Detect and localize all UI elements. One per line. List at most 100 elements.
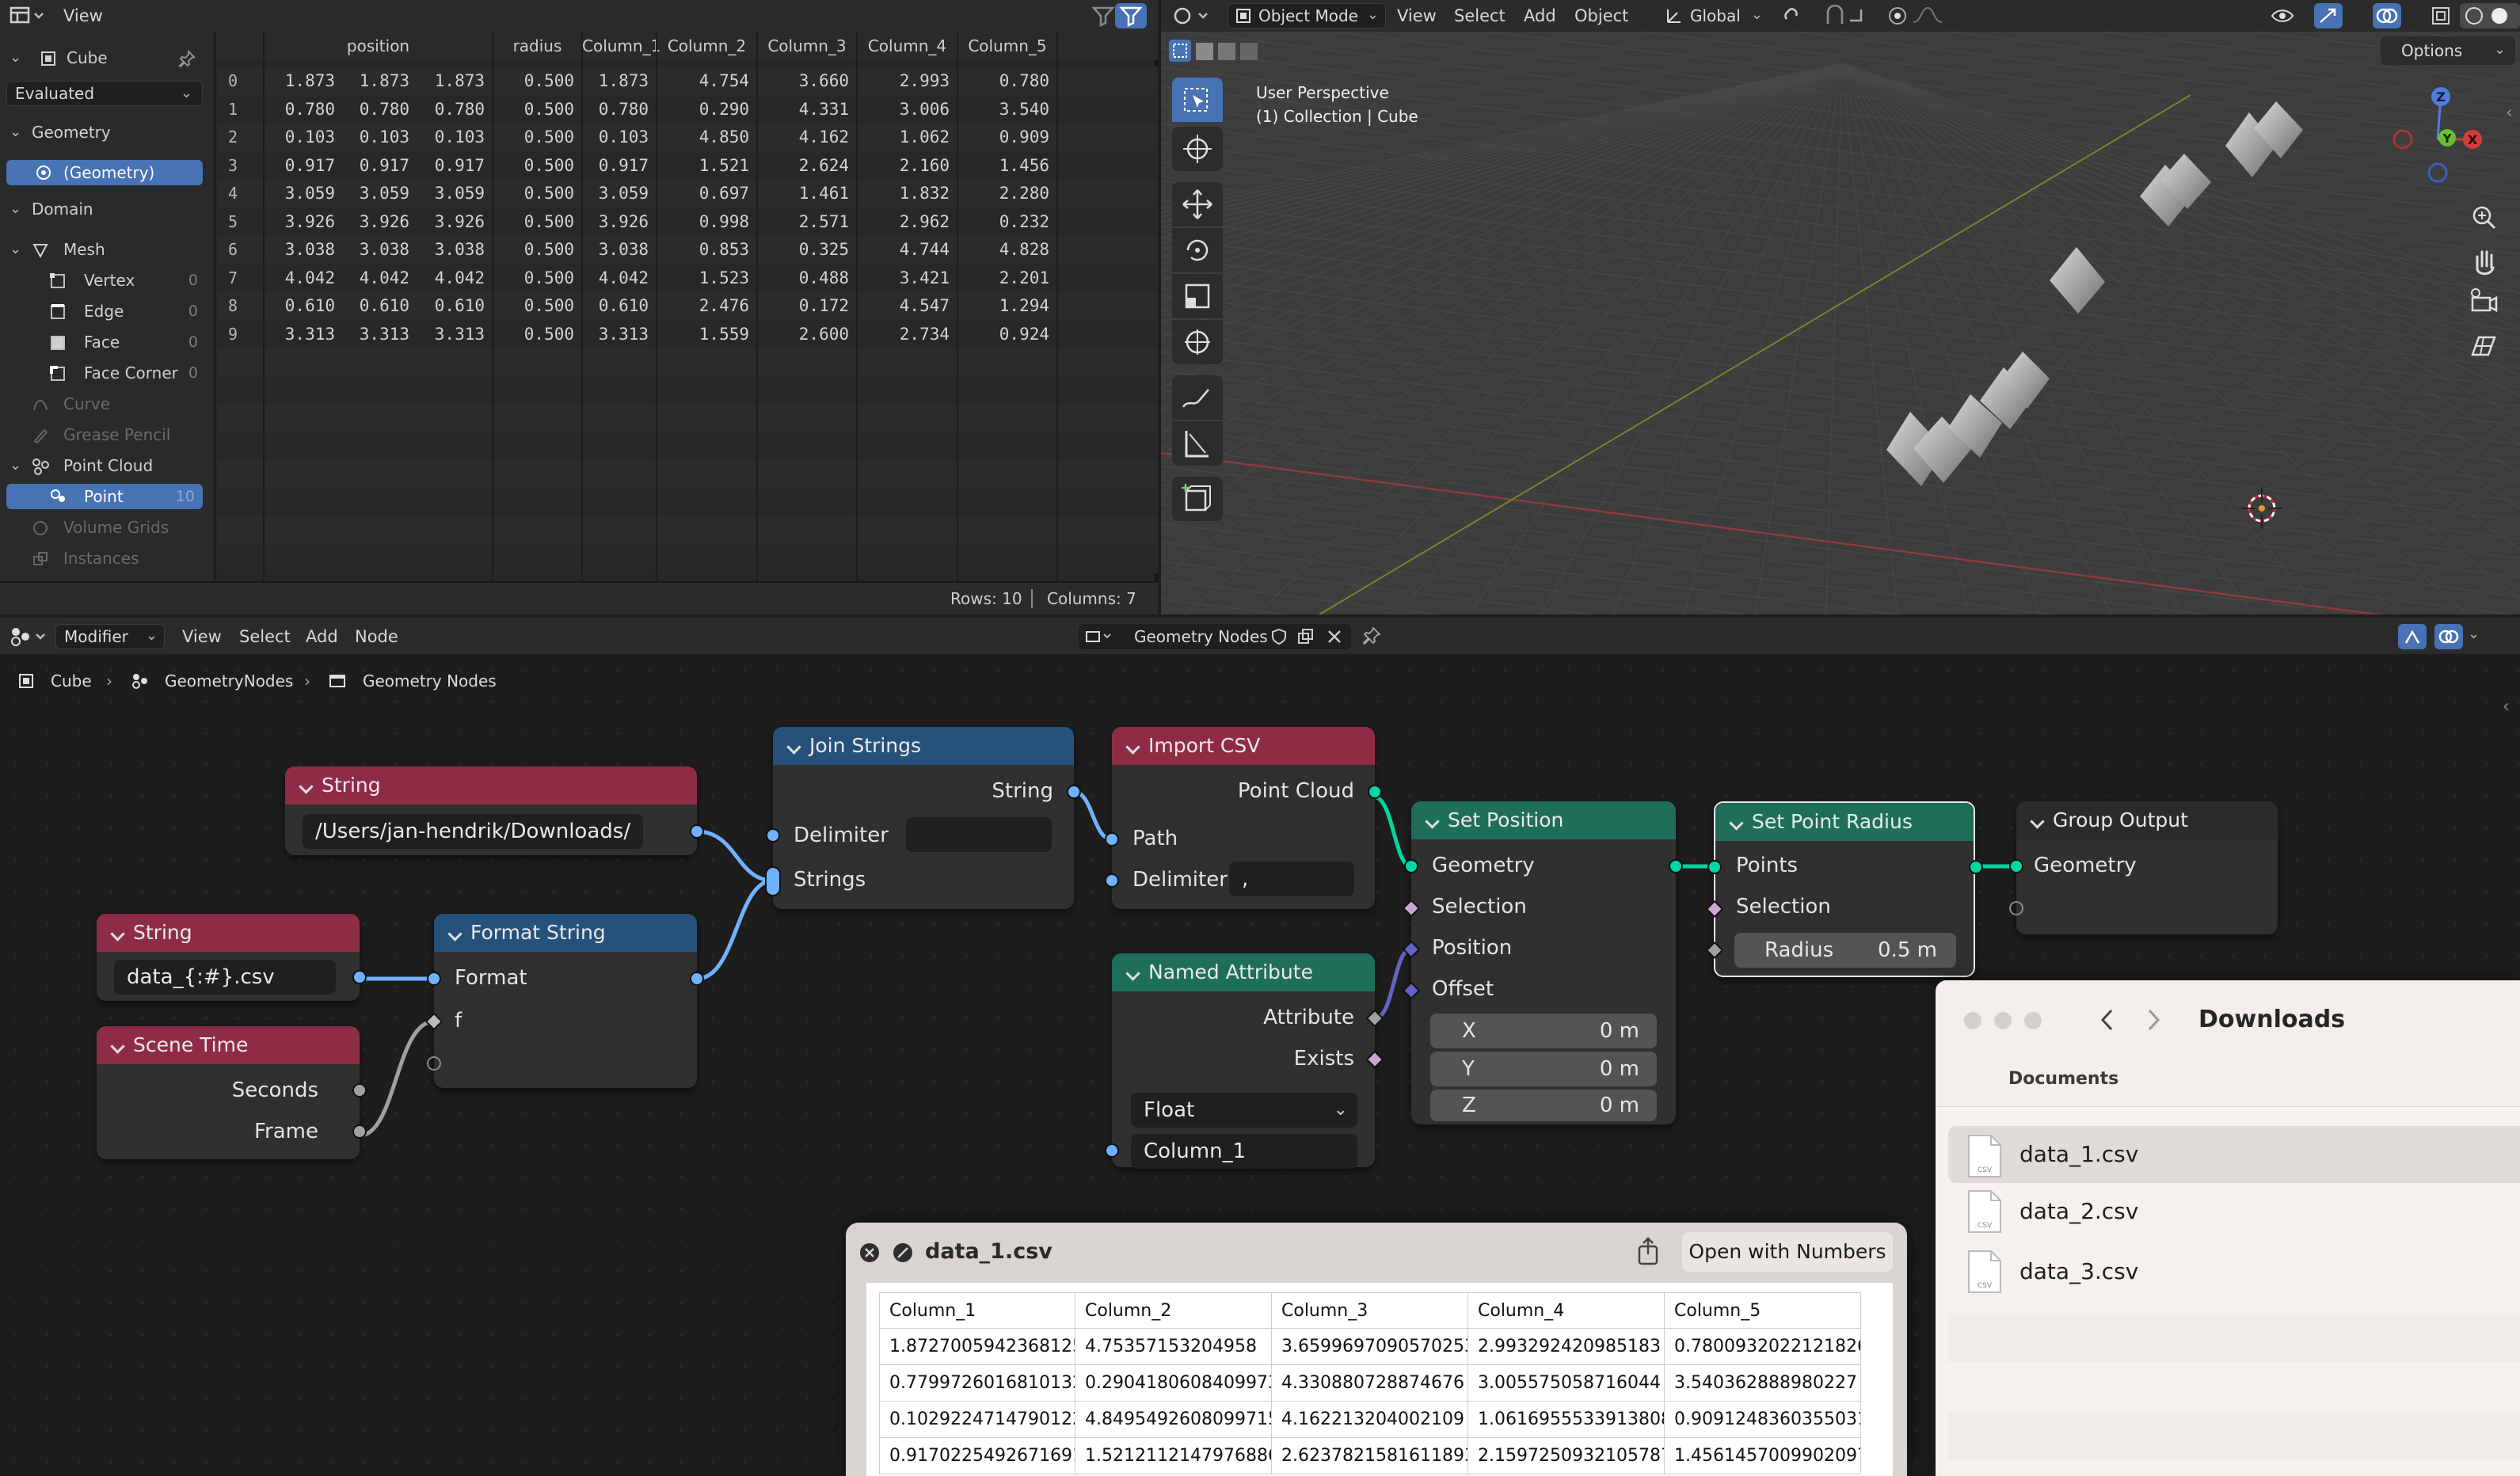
- zoom-window-button[interactable]: [2024, 1012, 2042, 1029]
- add-cube-tool[interactable]: [1172, 477, 1223, 521]
- grease-pencil-row[interactable]: Grease Pencil: [0, 420, 215, 450]
- viewport-object-menu[interactable]: Object: [1574, 0, 1628, 32]
- point-item-selected[interactable]: Point 10: [6, 484, 203, 509]
- face-row[interactable]: Face 0: [0, 327, 215, 357]
- column-divider[interactable]: [756, 32, 758, 581]
- select-box-tool[interactable]: [1172, 78, 1223, 122]
- minimize-window-button[interactable]: [1994, 1012, 2012, 1029]
- editor-type-icon[interactable]: [8, 5, 46, 27]
- column-header[interactable]: Column_1: [582, 32, 660, 60]
- filter-icon[interactable]: [1091, 5, 1115, 27]
- set-point-radius-node[interactable]: Set Point Radius Points Selection Radius…: [1705, 801, 1983, 977]
- point-cloud-output-socket[interactable]: [1368, 785, 1382, 799]
- edge-row[interactable]: Edge 0: [0, 296, 215, 326]
- string-node-path[interactable]: String /Users/jan-hendrik/Downloads/: [285, 767, 704, 855]
- snap-icon[interactable]: [1823, 5, 1847, 27]
- column-header[interactable]: Column_3: [757, 32, 857, 60]
- visibility-icon[interactable]: [2270, 5, 2306, 27]
- xray-icon[interactable]: [2430, 5, 2452, 27]
- view-menu[interactable]: View: [63, 0, 103, 32]
- column-header[interactable]: Column_5: [957, 32, 1057, 60]
- pan-hand-icon[interactable]: [2465, 242, 2503, 280]
- viewport-add-menu[interactable]: Add: [1524, 0, 1556, 32]
- column-header[interactable]: position: [264, 32, 493, 60]
- 3d-viewport[interactable]: Object Mode ⌄ View Select Add Object Glo…: [1161, 0, 2520, 614]
- editor-type-icon[interactable]: [1172, 5, 1210, 27]
- geometry-item-selected[interactable]: (Geometry): [6, 160, 203, 185]
- frame-output-socket[interactable]: [352, 1124, 367, 1139]
- share-icon[interactable]: [1635, 1235, 1662, 1267]
- string-output-socket[interactable]: [690, 972, 704, 986]
- pattern-string-field[interactable]: data_{:#}.csv: [114, 960, 336, 995]
- string-node-pattern[interactable]: String data_{:#}.csv: [97, 914, 367, 1001]
- scale-tool[interactable]: [1172, 274, 1223, 318]
- column-divider[interactable]: [492, 32, 493, 581]
- curve-row[interactable]: Curve: [0, 389, 215, 419]
- move-tool[interactable]: [1172, 182, 1223, 226]
- delimiter-input-socket[interactable]: [1105, 873, 1119, 888]
- file-row-data-2[interactable]: CSV data_2.csv: [1948, 1183, 2520, 1240]
- fullscreen-icon[interactable]: [892, 1242, 914, 1264]
- delimiter-input-socket[interactable]: [766, 828, 780, 843]
- column-divider[interactable]: [656, 32, 657, 581]
- mesh-row[interactable]: ⌄ Mesh: [0, 234, 215, 264]
- vertex-row[interactable]: Vertex 0: [0, 265, 215, 295]
- ortho-grid-icon[interactable]: [2465, 326, 2503, 364]
- delimiter-field[interactable]: [906, 817, 1052, 852]
- column-header[interactable]: radius: [493, 32, 582, 60]
- geometry-input-socket[interactable]: [1404, 859, 1418, 873]
- close-window-button[interactable]: [1964, 1012, 1981, 1029]
- measure-tool[interactable]: [1172, 421, 1223, 466]
- import-csv-node[interactable]: Import CSV Point Cloud Path Delimiter ,: [1105, 727, 1382, 909]
- geometry-output-socket[interactable]: [1669, 859, 1683, 873]
- column-header[interactable]: Column_2: [657, 32, 757, 60]
- viewport-view-menu[interactable]: View: [1397, 0, 1437, 32]
- evaluation-dropdown[interactable]: Evaluated ⌄: [6, 81, 203, 106]
- face-corner-row[interactable]: Face Corner 0: [0, 358, 215, 388]
- column-divider[interactable]: [263, 32, 265, 581]
- domain-section[interactable]: ⌄ Domain: [0, 194, 215, 224]
- instances-row[interactable]: Instances: [0, 543, 215, 573]
- geometry-section[interactable]: ⌄ Geometry: [0, 117, 215, 147]
- path-input-socket[interactable]: [1105, 832, 1119, 846]
- format-string-node[interactable]: Format String Format f: [424, 914, 704, 1088]
- viewport-select-menu[interactable]: Select: [1454, 0, 1506, 32]
- point-cloud-row[interactable]: ⌄ Point Cloud: [0, 451, 215, 481]
- seconds-output-socket[interactable]: [352, 1083, 367, 1097]
- transform-tool[interactable]: [1172, 320, 1223, 364]
- forward-chevron-icon[interactable]: [2141, 1004, 2165, 1036]
- mode-dropdown[interactable]: Object Mode ⌄: [1228, 3, 1386, 29]
- snap-target-icon[interactable]: [1847, 5, 1879, 27]
- offset-x-field[interactable]: X 0 m: [1430, 1014, 1657, 1048]
- falloff-icon[interactable]: [1912, 5, 1943, 27]
- file-row-data-1[interactable]: CSV data_1.csv: [1948, 1126, 2520, 1183]
- delimiter-value-field[interactable]: ,: [1229, 862, 1354, 896]
- geometry-input-socket[interactable]: [2009, 859, 2023, 873]
- group-output-node[interactable]: Group Output Geometry: [2009, 801, 2278, 934]
- sidebar-toggle-icon[interactable]: ‹: [2506, 103, 2513, 123]
- shading-mode-group[interactable]: [2460, 3, 2520, 29]
- format-input-socket[interactable]: [427, 972, 441, 986]
- extend-input-socket[interactable]: [427, 1056, 441, 1071]
- select-mode-buttons[interactable]: [1164, 35, 1338, 67]
- data-type-dropdown[interactable]: Float ⌄: [1131, 1093, 1357, 1128]
- string-output-socket[interactable]: [690, 824, 704, 839]
- column-header[interactable]: Column_4: [857, 32, 957, 60]
- camera-icon[interactable]: [2465, 283, 2503, 321]
- cursor-tool[interactable]: [1172, 127, 1223, 171]
- zoom-icon[interactable]: [2465, 200, 2503, 238]
- sidebar-toggle-icon[interactable]: ‹: [2503, 697, 2510, 717]
- object-row[interactable]: ⌄ Cube: [0, 43, 215, 73]
- radius-field[interactable]: Radius 0.5 m: [1734, 933, 1956, 968]
- column-divider[interactable]: [581, 32, 583, 581]
- column-divider[interactable]: [957, 32, 958, 581]
- extend-input-socket[interactable]: [2009, 901, 2023, 915]
- points-input-socket[interactable]: [1707, 860, 1722, 874]
- named-attribute-node[interactable]: Named Attribute Attribute Exists Float ⌄…: [1105, 953, 1384, 1169]
- scene-time-node[interactable]: Scene Time Seconds Frame: [97, 1026, 367, 1159]
- points-output-socket[interactable]: [1969, 860, 1983, 874]
- gizmo-toggle-icon[interactable]: [2314, 3, 2343, 29]
- strings-multi-input-socket[interactable]: [765, 866, 781, 896]
- filter-toggle-icon[interactable]: [1115, 3, 1147, 29]
- attribute-name-field[interactable]: Column_1: [1131, 1134, 1357, 1169]
